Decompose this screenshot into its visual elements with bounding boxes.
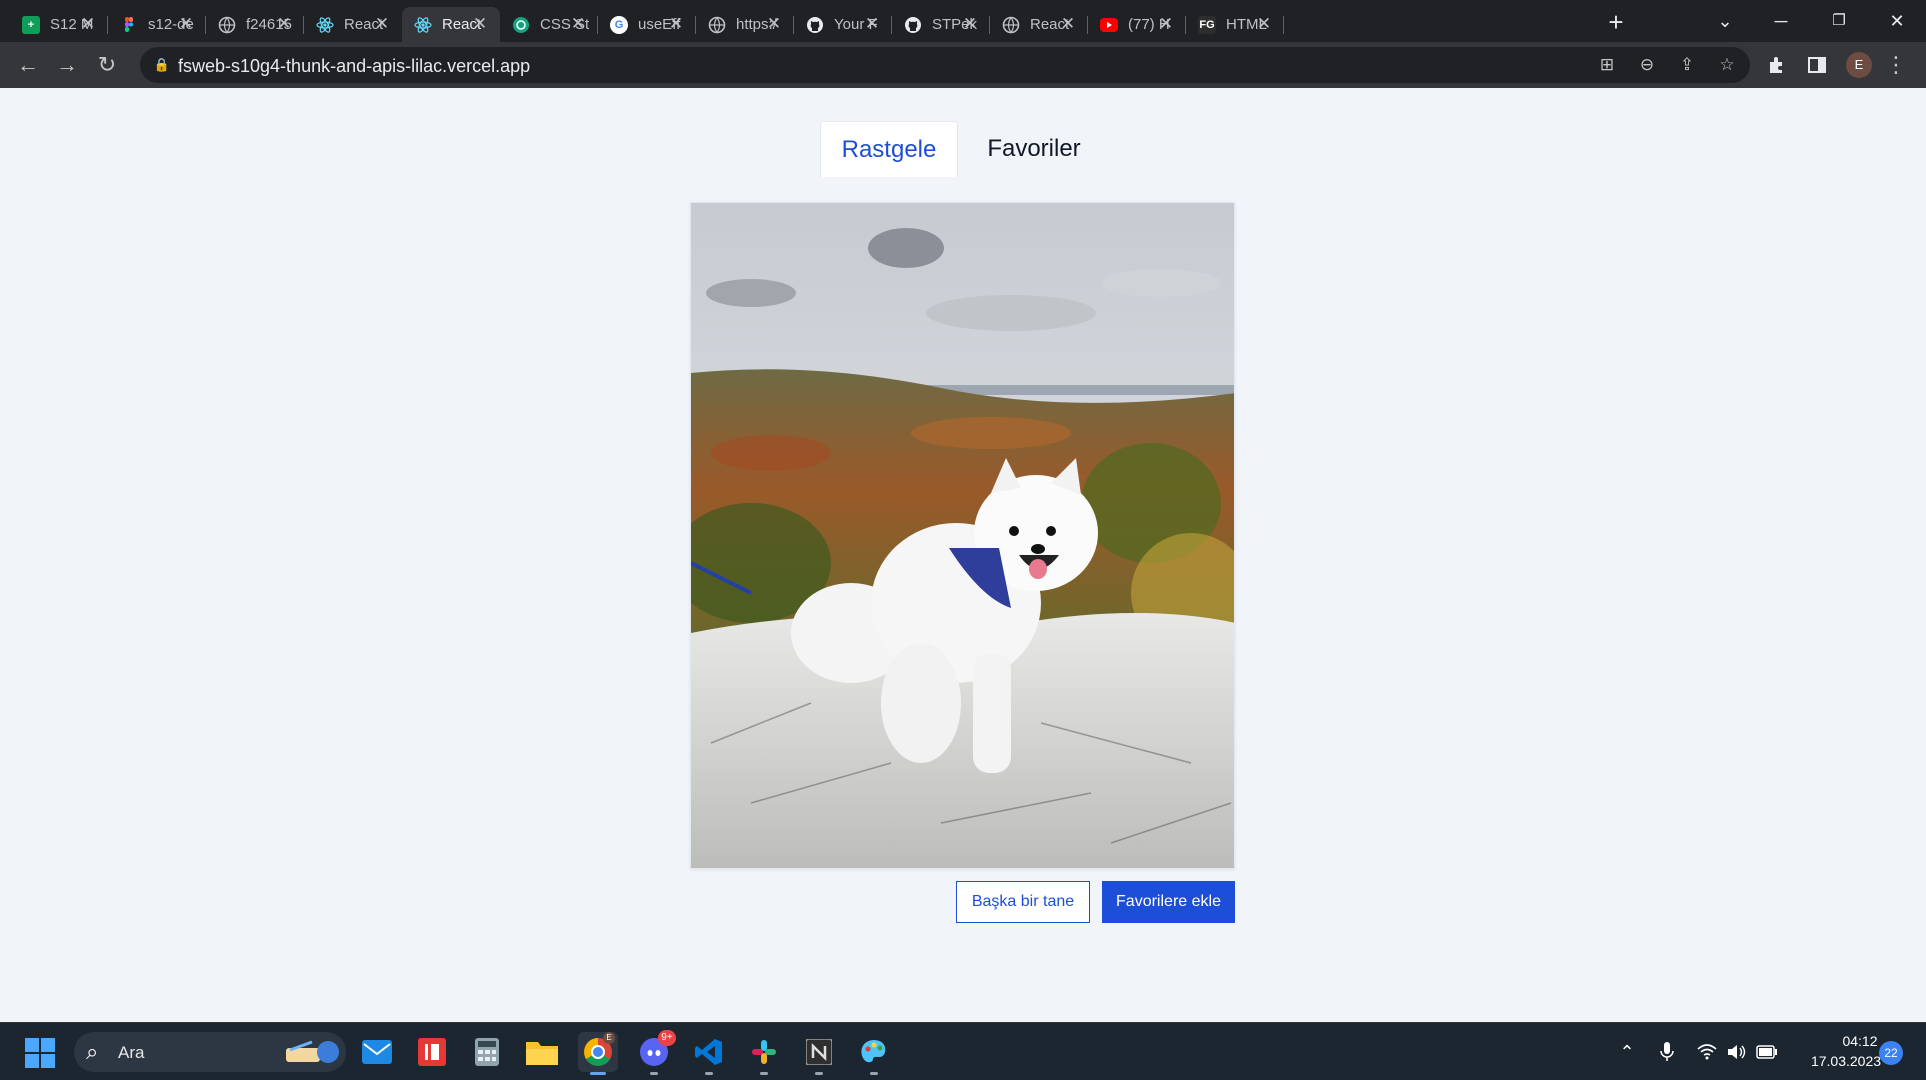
running-indicator	[650, 1072, 658, 1075]
taskbar-search-box[interactable]: ⌕ Ara	[74, 1032, 346, 1072]
browser-tab[interactable]: f24615 ✕	[206, 7, 304, 42]
browser-tab[interactable]: Your F ✕	[794, 7, 892, 42]
tab-close-icon[interactable]: ✕	[373, 15, 391, 33]
tab-close-icon[interactable]: ✕	[569, 15, 587, 33]
browser-tab[interactable]: + S12 M ✕	[10, 7, 108, 42]
browser-tab[interactable]: CSS St ✕	[500, 7, 598, 42]
address-bar[interactable]: 🔒 fsweb-s10g4-thunk-and-apis-lilac.verce…	[140, 47, 1750, 83]
chevron-up-icon[interactable]: ⌃	[1614, 1039, 1640, 1065]
side-panel-icon[interactable]	[1802, 50, 1832, 80]
search-placeholder: Ara	[118, 1043, 145, 1062]
tab-close-icon[interactable]: ✕	[961, 15, 979, 33]
add-to-favorites-button[interactable]: Favorilere ekle	[1102, 881, 1235, 923]
wifi-icon[interactable]	[1694, 1039, 1720, 1065]
fg-icon: FG	[1198, 15, 1216, 34]
notion-icon[interactable]	[799, 1032, 839, 1075]
chrome-icon[interactable]: E	[578, 1032, 618, 1075]
running-indicator	[590, 1072, 606, 1075]
forward-arrow-icon[interactable]: →	[52, 50, 82, 80]
tab-search-chevron-icon[interactable]: ⌄	[1702, 6, 1748, 36]
extensions-puzzle-icon[interactable]	[1762, 50, 1792, 80]
tab-close-icon[interactable]: ✕	[275, 15, 293, 33]
notification-count-badge[interactable]: 22	[1879, 1041, 1903, 1065]
chatgpt-icon	[512, 16, 530, 34]
translate-icon[interactable]: ⊞	[1594, 52, 1620, 78]
browser-tab[interactable]: s12-de ✕	[108, 7, 206, 42]
react-icon	[414, 16, 432, 34]
browser-tab[interactable]: (77) H ✕	[1088, 7, 1186, 42]
running-indicator	[870, 1072, 878, 1075]
slack-icon[interactable]	[744, 1032, 784, 1075]
tab-favorites[interactable]: Favoriler	[970, 121, 1098, 177]
minimize-button[interactable]: ─	[1758, 6, 1804, 36]
google-sheets-icon: +	[22, 15, 40, 34]
browser-tab[interactable]: React ✕	[402, 7, 500, 42]
globe-icon	[1002, 16, 1020, 34]
chrome-menu-icon[interactable]: ⋮	[1881, 50, 1911, 80]
browser-tab[interactable]: React ✕	[304, 7, 402, 42]
discord-badge: 9+	[658, 1030, 676, 1046]
another-dog-button[interactable]: Başka bir tane	[956, 881, 1090, 923]
tab-close-icon[interactable]: ✕	[177, 15, 195, 33]
vscode-icon[interactable]	[689, 1032, 729, 1075]
reload-icon[interactable]: ↻	[92, 50, 122, 80]
url-text[interactable]: fsweb-s10g4-thunk-and-apis-lilac.vercel.…	[178, 56, 530, 77]
volume-icon[interactable]	[1724, 1039, 1750, 1065]
battery-icon[interactable]	[1754, 1039, 1780, 1065]
share-icon[interactable]: ⇪	[1674, 52, 1700, 78]
search-icon: ⌕	[86, 1039, 99, 1064]
tab-close-icon[interactable]: ✕	[863, 15, 881, 33]
discord-icon[interactable]: 9+	[634, 1030, 676, 1075]
windows-start-icon[interactable]	[24, 1037, 56, 1069]
browser-toolbar: ← → ↻ 🔒 fsweb-s10g4-thunk-and-apis-lilac…	[0, 42, 1926, 88]
running-indicator	[815, 1072, 823, 1075]
windows-taskbar: ⌕ Ara E 9+ ⌃ 04:12 17.03.2023 22	[0, 1022, 1926, 1080]
running-indicator	[760, 1072, 768, 1075]
restore-button[interactable]: ❐	[1816, 6, 1862, 36]
running-indicator	[705, 1072, 713, 1075]
globe-icon	[218, 16, 236, 34]
browser-tab[interactable]: React ✕	[990, 7, 1088, 42]
search-highlight-icon[interactable]	[282, 1036, 340, 1068]
chrome-profile-badge: E	[603, 1032, 615, 1044]
dog-photo	[690, 202, 1235, 869]
youtube-icon	[1100, 16, 1118, 34]
paint-icon[interactable]	[854, 1032, 894, 1075]
github-icon	[904, 16, 922, 34]
tab-close-icon[interactable]: ✕	[1059, 15, 1077, 33]
office-app-icon[interactable]	[412, 1032, 452, 1072]
calculator-icon[interactable]	[467, 1032, 507, 1072]
zoom-out-icon[interactable]: ⊖	[1634, 52, 1660, 78]
browser-tab[interactable]: GuseEff ✕	[598, 7, 696, 42]
back-arrow-icon[interactable]: ←	[13, 50, 43, 80]
github-icon	[806, 16, 824, 34]
tab-random[interactable]: Rastgele	[820, 121, 958, 177]
new-tab-button[interactable]: +	[1602, 8, 1630, 36]
tab-close-icon[interactable]: ✕	[1157, 15, 1175, 33]
globe-icon	[708, 16, 726, 34]
google-icon: G	[610, 15, 628, 34]
browser-tab[interactable]: https:/✕	[696, 7, 794, 42]
profile-avatar[interactable]: E	[1846, 52, 1872, 78]
tab-close-icon[interactable]: ✕	[667, 15, 685, 33]
mail-icon[interactable]	[357, 1032, 397, 1072]
microphone-icon[interactable]	[1654, 1039, 1680, 1065]
react-icon	[316, 16, 334, 34]
lock-icon[interactable]: 🔒	[149, 52, 175, 78]
browser-tab[interactable]: STPek ✕	[892, 7, 990, 42]
tab-close-icon[interactable]: ✕	[471, 15, 489, 33]
browser-tab-strip: + S12 M ✕ s12-de ✕ f24615 ✕ React ✕ React ✕ CSS St ✕…	[0, 0, 1926, 42]
figma-icon	[120, 16, 138, 34]
page-content: Rastgele Favoriler Başka bir tane Favori…	[0, 88, 1926, 1022]
file-explorer-icon[interactable]	[522, 1032, 562, 1072]
bookmark-star-icon[interactable]: ☆	[1714, 52, 1740, 78]
tab-close-icon[interactable]: ✕	[1255, 15, 1273, 33]
close-window-button[interactable]: ✕	[1874, 6, 1920, 36]
tab-separator	[1283, 16, 1284, 34]
tab-close-icon[interactable]: ✕	[765, 15, 783, 33]
tab-close-icon[interactable]: ✕	[79, 15, 97, 33]
browser-tab[interactable]: FG HTML ✕	[1186, 7, 1284, 42]
